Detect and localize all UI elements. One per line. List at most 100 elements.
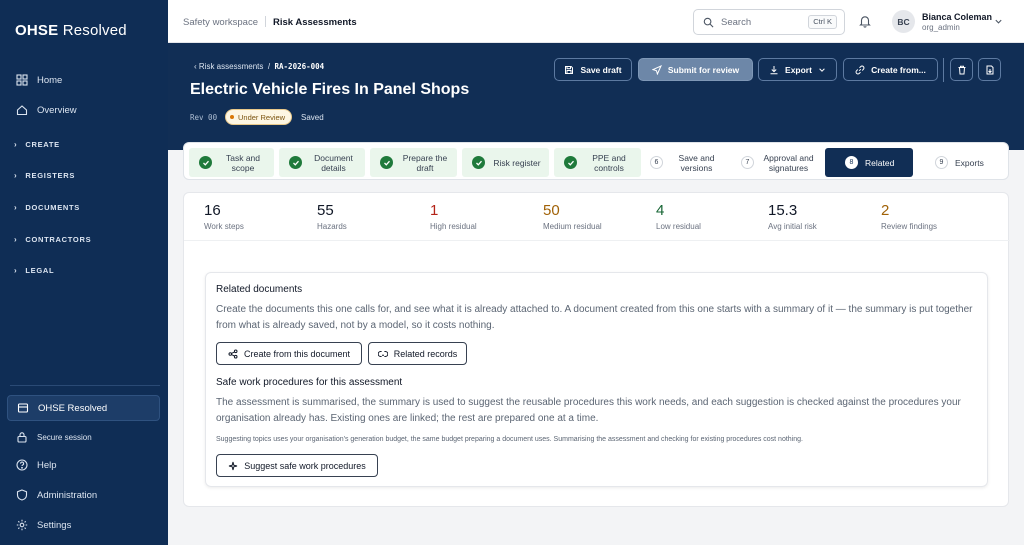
breadcrumb-divider xyxy=(264,16,266,27)
create-from-document-button[interactable]: Create from this document xyxy=(216,342,362,365)
revision-label: Rev 00 xyxy=(190,113,218,122)
step-save-and-versions[interactable]: 6 Save and versions xyxy=(644,148,730,177)
avatar[interactable]: BC xyxy=(892,10,915,33)
building-icon xyxy=(16,401,30,415)
stat-label: Hazards xyxy=(317,222,347,231)
stat-medium-residual: 50 Medium residual xyxy=(543,202,602,231)
export-button[interactable]: Export xyxy=(758,58,837,81)
search-placeholder: Search xyxy=(721,16,752,28)
step-number: 7 xyxy=(741,156,754,169)
delete-button[interactable] xyxy=(950,58,973,81)
check-icon xyxy=(199,156,212,169)
related-documents-description: Create the documents this one calls for,… xyxy=(216,304,973,331)
sidebar-item-overview[interactable]: Overview xyxy=(10,99,160,121)
related-records-button[interactable]: Related records xyxy=(368,342,467,365)
stat-value: 55 xyxy=(317,202,334,219)
file-export-icon xyxy=(986,65,993,74)
sidebar-item-label: Help xyxy=(37,459,57,471)
link-icon xyxy=(855,65,865,74)
grid-icon xyxy=(15,73,29,87)
stat-value: 2 xyxy=(881,202,890,219)
stat-value: 1 xyxy=(430,202,439,219)
save-draft-button[interactable]: Save draft xyxy=(554,58,632,81)
search-input[interactable]: Search Ctrl K xyxy=(693,9,845,35)
content-card: 16 Work steps 55 Hazards 1 High residual 50… xyxy=(183,192,1010,507)
step-number: 8 xyxy=(845,156,858,169)
status-badge: Under Review xyxy=(225,109,293,125)
check-icon xyxy=(289,156,302,169)
sidebar-item-settings[interactable]: Settings xyxy=(10,514,160,536)
page-title: Electric Vehicle Fires In Panel Shops xyxy=(190,81,470,98)
sidebar-item-label: Home xyxy=(37,74,63,86)
status-dot xyxy=(230,115,234,119)
sidebar-group-documents[interactable]: › DOCUMENTS xyxy=(14,203,80,212)
step-approval-and-signatures[interactable]: 7 Approval and signatures xyxy=(735,148,823,177)
app-logo[interactable]: OHSE Resolved xyxy=(15,22,127,39)
org-switcher[interactable]: OHSE Resolved xyxy=(7,395,160,421)
step-ppe-and-controls[interactable]: PPE and controls xyxy=(554,148,641,177)
secure-session-label: Secure session xyxy=(37,432,92,442)
sidebar-item-help[interactable]: Help xyxy=(10,454,160,476)
user-name[interactable]: Bianca Coleman xyxy=(922,12,992,22)
house-icon xyxy=(15,103,29,117)
check-icon xyxy=(380,156,393,169)
swp-description: The assessment is summarised, the summar… xyxy=(216,397,961,424)
stat-value: 16 xyxy=(204,202,221,219)
sidebar-item-label: Administration xyxy=(37,489,98,501)
document-export-button[interactable] xyxy=(978,58,1001,81)
step-related[interactable]: 8 Related xyxy=(825,148,913,177)
bell-icon[interactable] xyxy=(858,14,872,28)
user-role: org_admin xyxy=(922,23,960,32)
stat-value: 50 xyxy=(543,202,560,219)
stat-avg-initial-risk: 15.3 Avg initial risk xyxy=(768,202,817,231)
search-icon xyxy=(703,17,714,27)
stat-label: Review findings xyxy=(881,222,938,231)
chevron-down-icon[interactable] xyxy=(994,17,1003,26)
suggest-procedures-button[interactable]: Suggest safe work procedures xyxy=(216,454,378,477)
step-risk-register[interactable]: Risk register xyxy=(462,148,549,177)
stat-label: High residual xyxy=(430,222,477,231)
save-icon xyxy=(565,65,574,74)
stat-value: 15.3 xyxy=(768,202,798,219)
back-link[interactable]: ‹ Risk assessments xyxy=(194,62,263,71)
link-icon xyxy=(377,350,388,357)
sidebar: OHSE Resolved Home Overview › CREATE › REG… xyxy=(0,0,168,545)
create-from-button[interactable]: Create from... xyxy=(843,58,938,81)
lock-icon xyxy=(15,430,29,444)
stat-low-residual: 4 Low residual xyxy=(656,202,701,231)
chevron-right-icon: › xyxy=(14,140,18,149)
step-document-details[interactable]: Document details xyxy=(279,148,365,177)
sidebar-item-label: Overview xyxy=(37,104,77,116)
search-shortcut: Ctrl K xyxy=(808,15,837,29)
breadcrumb-current: Risk Assessments xyxy=(272,17,357,28)
step-prepare-the-draft[interactable]: Prepare the draft xyxy=(370,148,457,177)
chevron-right-icon: › xyxy=(14,266,18,275)
stat-label: Low residual xyxy=(656,222,701,231)
download-icon xyxy=(770,65,778,74)
swp-budget-note: Suggesting topics uses your organisation… xyxy=(216,436,803,443)
chevron-left-icon: ‹ xyxy=(194,62,197,71)
breadcrumb-workspace[interactable]: Safety workspace xyxy=(183,17,258,28)
sidebar-group-legal[interactable]: › LEGAL xyxy=(14,266,54,275)
related-panel: Related documents Create the documents t… xyxy=(205,272,988,487)
check-icon xyxy=(472,156,485,169)
stat-label: Work steps xyxy=(204,222,244,231)
sidebar-item-administration[interactable]: Administration xyxy=(10,484,160,506)
step-exports[interactable]: 9 Exports xyxy=(917,148,1005,177)
trash-icon xyxy=(958,65,965,74)
sidebar-item-home[interactable]: Home xyxy=(10,69,160,91)
sidebar-group-contractors[interactable]: › CONTRACTORS xyxy=(14,235,91,244)
breadcrumb-separator: / xyxy=(267,62,271,71)
header-divider xyxy=(943,58,944,82)
chevron-down-icon xyxy=(819,67,825,72)
save-state: Saved xyxy=(301,113,324,122)
sidebar-group-registers[interactable]: › REGISTERS xyxy=(14,171,75,180)
step-task-and-scope[interactable]: Task and scope xyxy=(189,148,274,177)
gear-icon xyxy=(15,518,29,532)
stat-review-findings: 2 Review findings xyxy=(881,202,937,231)
wizard-stepper: Task and scope Document details Prepare … xyxy=(183,142,1009,180)
step-number: 6 xyxy=(650,156,663,169)
top-breadcrumb: Safety workspace Risk Assessments xyxy=(183,16,357,28)
submit-for-review-button[interactable]: Submit for review xyxy=(638,58,753,81)
sidebar-group-create[interactable]: › CREATE xyxy=(14,140,60,149)
